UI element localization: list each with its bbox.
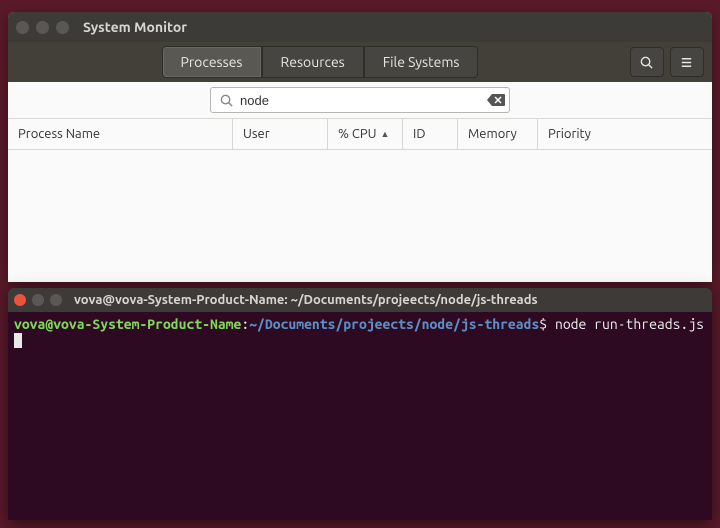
search-icon <box>219 93 234 108</box>
window-controls <box>14 294 62 306</box>
tab-processes[interactable]: Processes <box>162 46 262 78</box>
col-user[interactable]: User <box>233 119 328 149</box>
minimize-icon[interactable] <box>32 294 44 306</box>
term-titlebar[interactable]: vova@vova-System-Product-Name: ~/Documen… <box>8 288 712 312</box>
col-id[interactable]: ID <box>403 119 458 149</box>
cursor-icon <box>14 333 22 348</box>
prompt-dollar: $ <box>539 316 547 332</box>
search-input[interactable] <box>240 93 487 108</box>
close-icon[interactable] <box>14 294 26 306</box>
terminal-title: vova@vova-System-Product-Name: ~/Documen… <box>74 293 538 307</box>
search-icon <box>639 55 654 70</box>
window-title: System Monitor <box>83 19 187 35</box>
system-monitor-window: System Monitor Processes Resources File … <box>8 12 712 282</box>
col-cpu[interactable]: % CPU ▲ <box>328 119 403 149</box>
tab-resources[interactable]: Resources <box>262 46 364 78</box>
col-process-name[interactable]: Process Name <box>8 119 233 149</box>
col-priority[interactable]: Priority <box>538 119 712 149</box>
terminal-window: vova@vova-System-Product-Name: ~/Documen… <box>8 288 712 520</box>
tab-filesystems[interactable]: File Systems <box>364 46 479 78</box>
view-tabs: Processes Resources File Systems <box>162 46 479 78</box>
window-controls <box>16 21 69 34</box>
maximize-icon[interactable] <box>50 294 62 306</box>
search-button[interactable] <box>630 47 664 77</box>
search-box <box>210 87 510 113</box>
prompt-path: ~/Documents/projeects/node/js-threads <box>249 316 539 332</box>
sort-ascending-icon: ▲ <box>381 129 390 139</box>
column-headers: Process Name User % CPU ▲ ID Memory Prio… <box>8 118 712 150</box>
col-memory[interactable]: Memory <box>458 119 538 149</box>
process-list <box>8 150 712 282</box>
close-icon[interactable] <box>16 21 29 34</box>
prompt-userhost: vova@vova-System-Product-Name <box>14 316 241 332</box>
sm-toolbar: Processes Resources File Systems <box>8 42 712 82</box>
command-text: node run-threads.js <box>555 316 712 332</box>
terminal-body[interactable]: vova@vova-System-Product-Name:~/Document… <box>8 312 712 520</box>
minimize-icon[interactable] <box>36 21 49 34</box>
search-bar <box>8 82 712 118</box>
clear-search-icon[interactable] <box>487 93 505 107</box>
maximize-icon[interactable] <box>56 21 69 34</box>
sm-titlebar[interactable]: System Monitor <box>8 12 712 42</box>
menu-button[interactable] <box>670 47 704 77</box>
hamburger-icon <box>679 55 694 70</box>
col-cpu-label: % CPU <box>338 127 377 141</box>
